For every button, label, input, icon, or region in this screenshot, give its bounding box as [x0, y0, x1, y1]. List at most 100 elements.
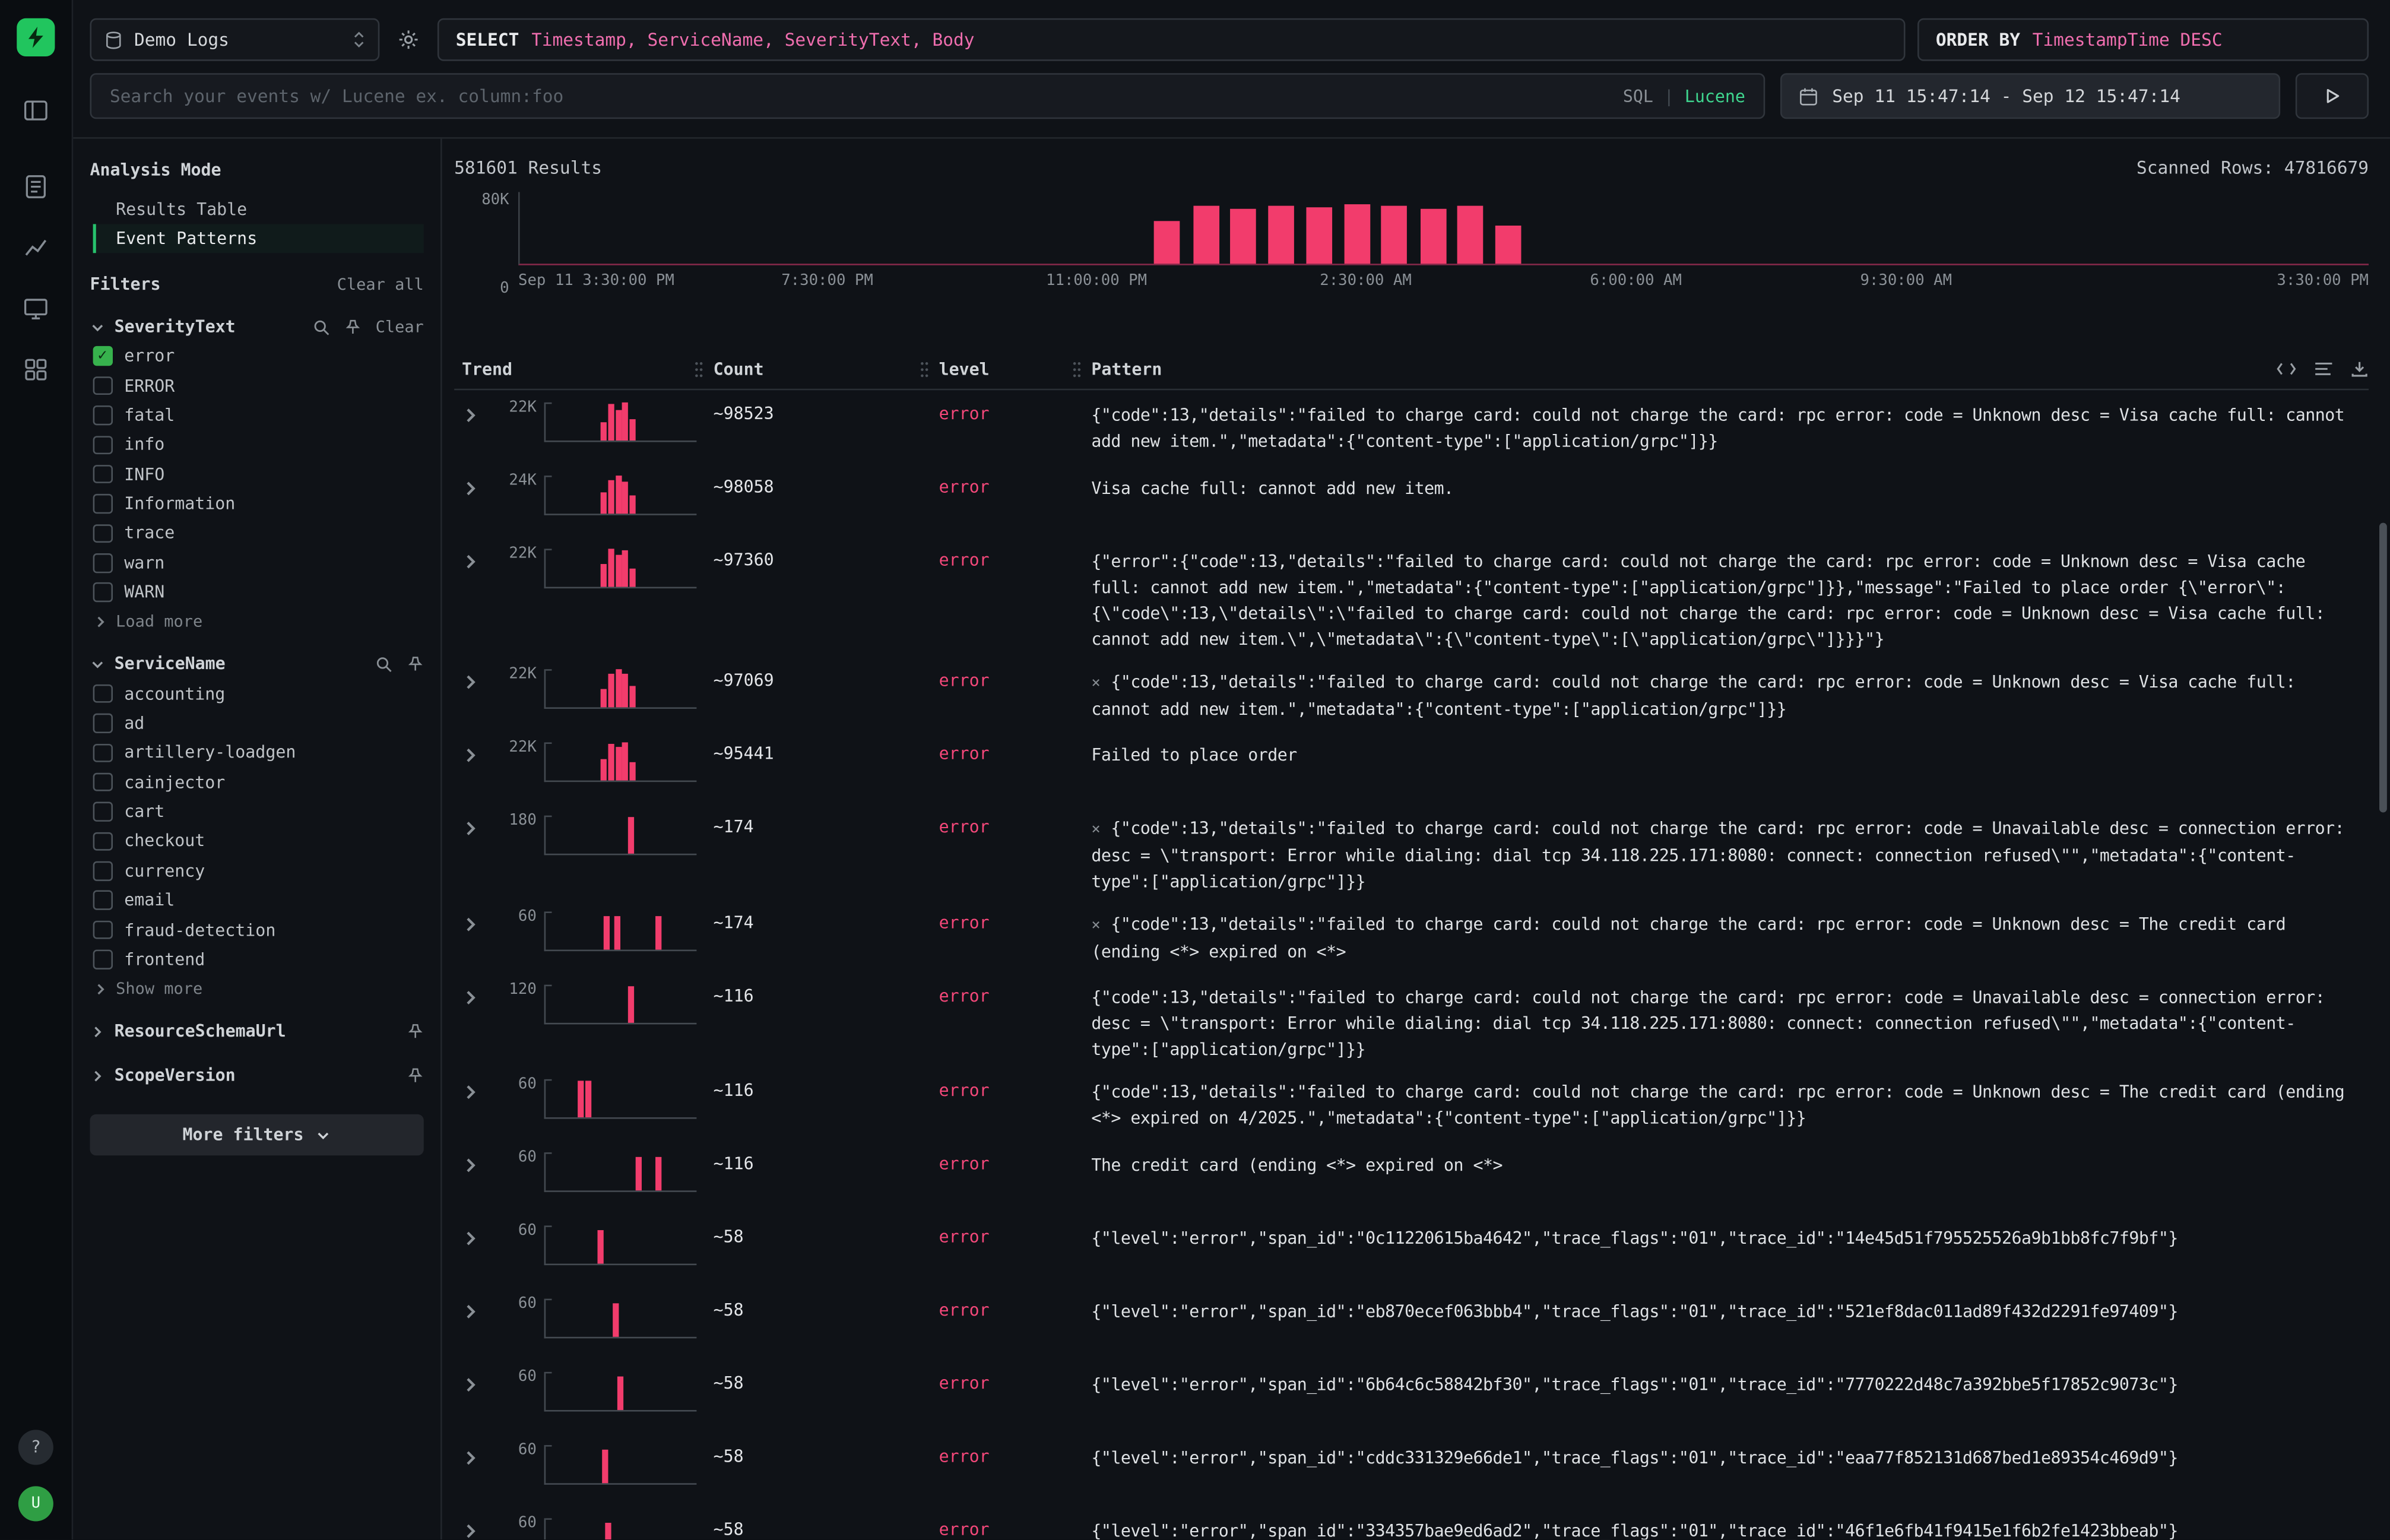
filter-option-WARN[interactable]: WARN: [90, 578, 423, 607]
filter-option-fatal[interactable]: fatal: [90, 401, 423, 430]
checkbox-icon[interactable]: [93, 743, 112, 762]
expand-chevron-icon[interactable]: [462, 916, 485, 933]
pattern-row[interactable]: 60~116error{"code":13,"details":"failed …: [454, 1067, 2369, 1140]
expand-chevron-icon[interactable]: [462, 1303, 485, 1320]
filter-option-error[interactable]: ✓error: [90, 341, 423, 371]
pattern-row[interactable]: 60~58error{"level":"error","span_id":"eb…: [454, 1286, 2369, 1360]
pattern-row[interactable]: 60~174error×{"code":13,"details":"failed…: [454, 899, 2369, 972]
checkbox-icon[interactable]: [93, 714, 112, 733]
wrap-lines-icon[interactable]: [2314, 360, 2334, 378]
pattern-row[interactable]: 180~174error×{"code":13,"details":"faile…: [454, 803, 2369, 899]
checkbox-icon[interactable]: [93, 524, 112, 543]
column-header-pattern[interactable]: Pattern: [1091, 359, 2369, 379]
expand-chevron-icon[interactable]: [462, 989, 485, 1006]
app-logo[interactable]: [17, 18, 55, 56]
pattern-row[interactable]: 60~58error{"level":"error","span_id":"cd…: [454, 1433, 2369, 1506]
search-icon[interactable]: [313, 318, 331, 336]
source-select[interactable]: Demo Logs: [90, 18, 379, 61]
event-search-box[interactable]: SQL | Lucene: [90, 73, 1765, 119]
checkbox-icon[interactable]: ✓: [93, 347, 112, 366]
lucene-mode-option[interactable]: Lucene: [1685, 86, 1745, 106]
search-input[interactable]: [110, 85, 1611, 107]
language-toggle[interactable]: SQL | Lucene: [1623, 86, 1745, 106]
checkbox-icon[interactable]: [93, 773, 112, 792]
expand-chevron-icon[interactable]: [462, 1377, 485, 1393]
expand-chevron-icon[interactable]: [462, 1523, 485, 1539]
filter-option-frontend[interactable]: frontend: [90, 945, 423, 974]
clear-all-filters-button[interactable]: Clear all: [337, 275, 424, 293]
pin-icon[interactable]: [407, 1067, 424, 1084]
filter-option-email[interactable]: email: [90, 886, 423, 915]
histogram-plot[interactable]: [518, 192, 2369, 265]
column-header-trend[interactable]: Trend: [454, 359, 713, 379]
search-icon[interactable]: [375, 655, 394, 674]
pattern-row[interactable]: 60~58error{"level":"error","span_id":"33…: [454, 1506, 2369, 1539]
column-drag-handle-icon[interactable]: [919, 359, 939, 379]
filter-group-header[interactable]: ServiceName: [90, 650, 423, 679]
column-drag-handle-icon[interactable]: [693, 359, 713, 379]
filter-option-trace[interactable]: trace: [90, 519, 423, 549]
monitor-icon[interactable]: [22, 294, 49, 322]
pattern-row[interactable]: 60~116errorThe credit card (ending <*> e…: [454, 1140, 2369, 1213]
filter-group-header[interactable]: ScopeVersion: [90, 1061, 423, 1090]
filter-option-cainjector[interactable]: cainjector: [90, 768, 423, 797]
user-avatar[interactable]: U: [18, 1486, 53, 1521]
services-grid-icon[interactable]: [22, 355, 49, 382]
chart-icon[interactable]: [22, 233, 49, 261]
filter-option-currency[interactable]: currency: [90, 856, 423, 886]
filter-group-more-button[interactable]: Load more: [90, 607, 423, 635]
pin-icon[interactable]: [407, 1023, 424, 1040]
pattern-row[interactable]: 120~116error{"code":13,"details":"failed…: [454, 972, 2369, 1067]
help-button[interactable]: ?: [18, 1430, 53, 1465]
checkbox-icon[interactable]: [93, 832, 112, 851]
filter-option-ERROR[interactable]: ERROR: [90, 371, 423, 401]
expand-chevron-icon[interactable]: [462, 1157, 485, 1174]
checkbox-icon[interactable]: [93, 405, 112, 424]
checkbox-icon[interactable]: [93, 376, 112, 395]
expand-chevron-icon[interactable]: [462, 1084, 485, 1101]
filter-group-header[interactable]: ResourceSchemaUrl: [90, 1017, 423, 1046]
pattern-row[interactable]: 22K~97069error×{"code":13,"details":"fai…: [454, 657, 2369, 730]
date-range-picker[interactable]: Sep 11 15:47:14 - Sep 12 15:47:14: [1780, 73, 2280, 119]
checkbox-icon[interactable]: [93, 495, 112, 514]
filter-option-checkout[interactable]: checkout: [90, 826, 423, 856]
expand-chevron-icon[interactable]: [462, 747, 485, 763]
checkbox-icon[interactable]: [93, 465, 112, 484]
filter-group-header[interactable]: SeverityTextClear: [90, 312, 423, 341]
filter-group-more-button[interactable]: Show more: [90, 974, 423, 1002]
code-icon[interactable]: [2275, 360, 2297, 378]
filter-option-ad[interactable]: ad: [90, 708, 423, 738]
expand-chevron-icon[interactable]: [462, 407, 485, 424]
mode-event-patterns[interactable]: Event Patterns: [93, 224, 424, 253]
expand-chevron-icon[interactable]: [462, 1230, 485, 1247]
expand-chevron-icon[interactable]: [462, 480, 485, 497]
expand-chevron-icon[interactable]: [462, 1450, 485, 1466]
run-query-button[interactable]: [2296, 73, 2369, 119]
expand-chevron-icon[interactable]: [462, 820, 485, 836]
pattern-row[interactable]: 22K~95441errorFailed to place order: [454, 730, 2369, 803]
filter-option-warn[interactable]: warn: [90, 548, 423, 578]
pattern-row[interactable]: 60~58error{"level":"error","span_id":"0c…: [454, 1213, 2369, 1286]
sidebar-toggle-icon[interactable]: [22, 96, 49, 123]
checkbox-icon[interactable]: [93, 891, 112, 910]
pattern-row[interactable]: 22K~98523error{"code":13,"details":"fail…: [454, 390, 2369, 463]
filter-option-cart[interactable]: cart: [90, 797, 423, 827]
filter-option-Information[interactable]: Information: [90, 489, 423, 519]
column-header-level[interactable]: level: [939, 359, 1092, 379]
pattern-row[interactable]: 22K~97360error{"error":{"code":13,"detai…: [454, 537, 2369, 657]
expand-chevron-icon[interactable]: [462, 553, 485, 570]
more-filters-button[interactable]: More filters: [90, 1114, 423, 1155]
vertical-scrollbar-thumb[interactable]: [2379, 523, 2387, 813]
checkbox-icon[interactable]: [93, 553, 112, 572]
filter-option-fraud-detection[interactable]: fraud-detection: [90, 915, 423, 945]
checkbox-icon[interactable]: [93, 583, 112, 602]
sql-mode-option[interactable]: SQL: [1623, 86, 1653, 106]
gear-icon[interactable]: [392, 29, 425, 50]
download-icon[interactable]: [2350, 360, 2369, 378]
sql-select-input[interactable]: SELECT Timestamp, ServiceName, SeverityT…: [438, 18, 1906, 61]
checkbox-icon[interactable]: [93, 920, 112, 939]
checkbox-icon[interactable]: [93, 435, 112, 454]
pin-icon[interactable]: [407, 656, 424, 673]
checkbox-icon[interactable]: [93, 802, 112, 821]
filter-group-clear-button[interactable]: Clear: [376, 318, 424, 336]
